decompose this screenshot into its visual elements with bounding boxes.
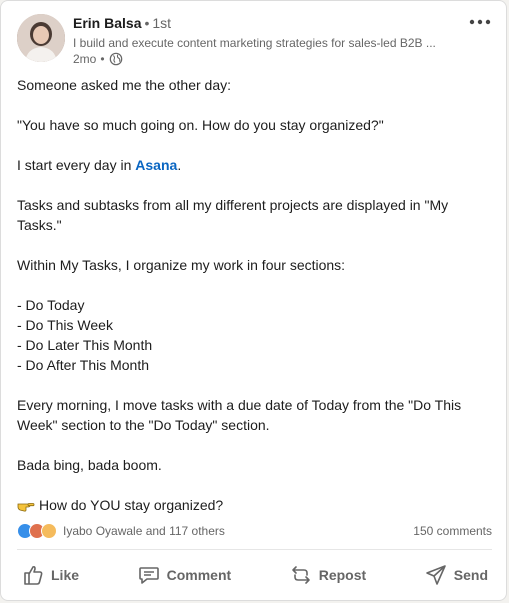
action-bar: Like Comment Repost Send — [9, 555, 500, 595]
body-line: "You have so much going on. How do you s… — [17, 117, 384, 133]
repost-label: Repost — [318, 567, 367, 583]
post-card: Erin Balsa • 1st I build and execute conte… — [0, 0, 507, 601]
send-button[interactable]: Send — [412, 557, 500, 593]
reactors-names-link[interactable]: Iyabo Oyawale and 117 others — [63, 524, 225, 538]
send-label: Send — [453, 567, 488, 583]
comment-label: Comment — [166, 567, 232, 583]
body-line: Someone asked me the other day: — [17, 77, 232, 93]
section-list-item: - Do After This Month — [17, 357, 150, 373]
body-line-prefix: I start every day in — [17, 157, 136, 173]
author-headline[interactable]: I build and execute content marketing st… — [73, 36, 438, 50]
body-line: I start every day in Asana. — [17, 155, 492, 175]
thumbs-up-icon — [24, 565, 43, 585]
closing-question: How do YOU stay organized? — [39, 497, 224, 513]
author-name[interactable]: Erin Balsa — [73, 15, 141, 31]
post-time: 2mo — [73, 52, 97, 66]
social-counts: Iyabo Oyawale and 117 others 150 comment… — [17, 521, 492, 541]
connection-degree: 1st — [152, 15, 172, 31]
reactions-summary[interactable] — [17, 523, 57, 539]
ellipsis-icon — [469, 19, 491, 25]
globe-icon — [109, 52, 123, 66]
post-meta: 2mo • — [73, 52, 123, 66]
section-list-item: - Do Today — [17, 297, 85, 313]
body-line: Within My Tasks, I organize my work in f… — [17, 257, 346, 273]
body-line: Bada bing, bada boom. — [17, 457, 162, 473]
bullet-separator: • — [144, 15, 150, 31]
comments-count-link[interactable]: 150 comments — [413, 524, 492, 538]
repost-button[interactable]: Repost — [277, 557, 378, 593]
avatar[interactable] — [17, 14, 65, 62]
comment-button[interactable]: Comment — [125, 557, 244, 593]
body-line-suffix: . — [177, 157, 182, 173]
pointing-hand-icon — [17, 497, 35, 512]
like-label: Like — [51, 567, 80, 583]
like-button[interactable]: Like — [9, 557, 91, 593]
section-list-item: - Do Later This Month — [17, 337, 153, 353]
body-line: How do YOU stay organized? — [17, 495, 492, 515]
more-options-button[interactable] — [463, 11, 497, 33]
comment-icon — [138, 567, 159, 584]
section-list-item: - Do This Week — [17, 317, 113, 333]
post-body: Someone asked me the other day: "You hav… — [17, 75, 492, 515]
body-line: Tasks and subtasks from all my different… — [17, 197, 449, 233]
author-name-row: Erin Balsa • 1st — [73, 15, 171, 31]
insightful-reaction-icon — [41, 523, 57, 539]
asana-mention-link[interactable]: Asana — [135, 157, 177, 173]
send-icon — [425, 565, 446, 585]
body-line: Every morning, I move tasks with a due d… — [17, 397, 462, 433]
repost-icon — [291, 566, 310, 584]
divider — [17, 549, 492, 550]
bullet-separator: • — [100, 52, 105, 66]
